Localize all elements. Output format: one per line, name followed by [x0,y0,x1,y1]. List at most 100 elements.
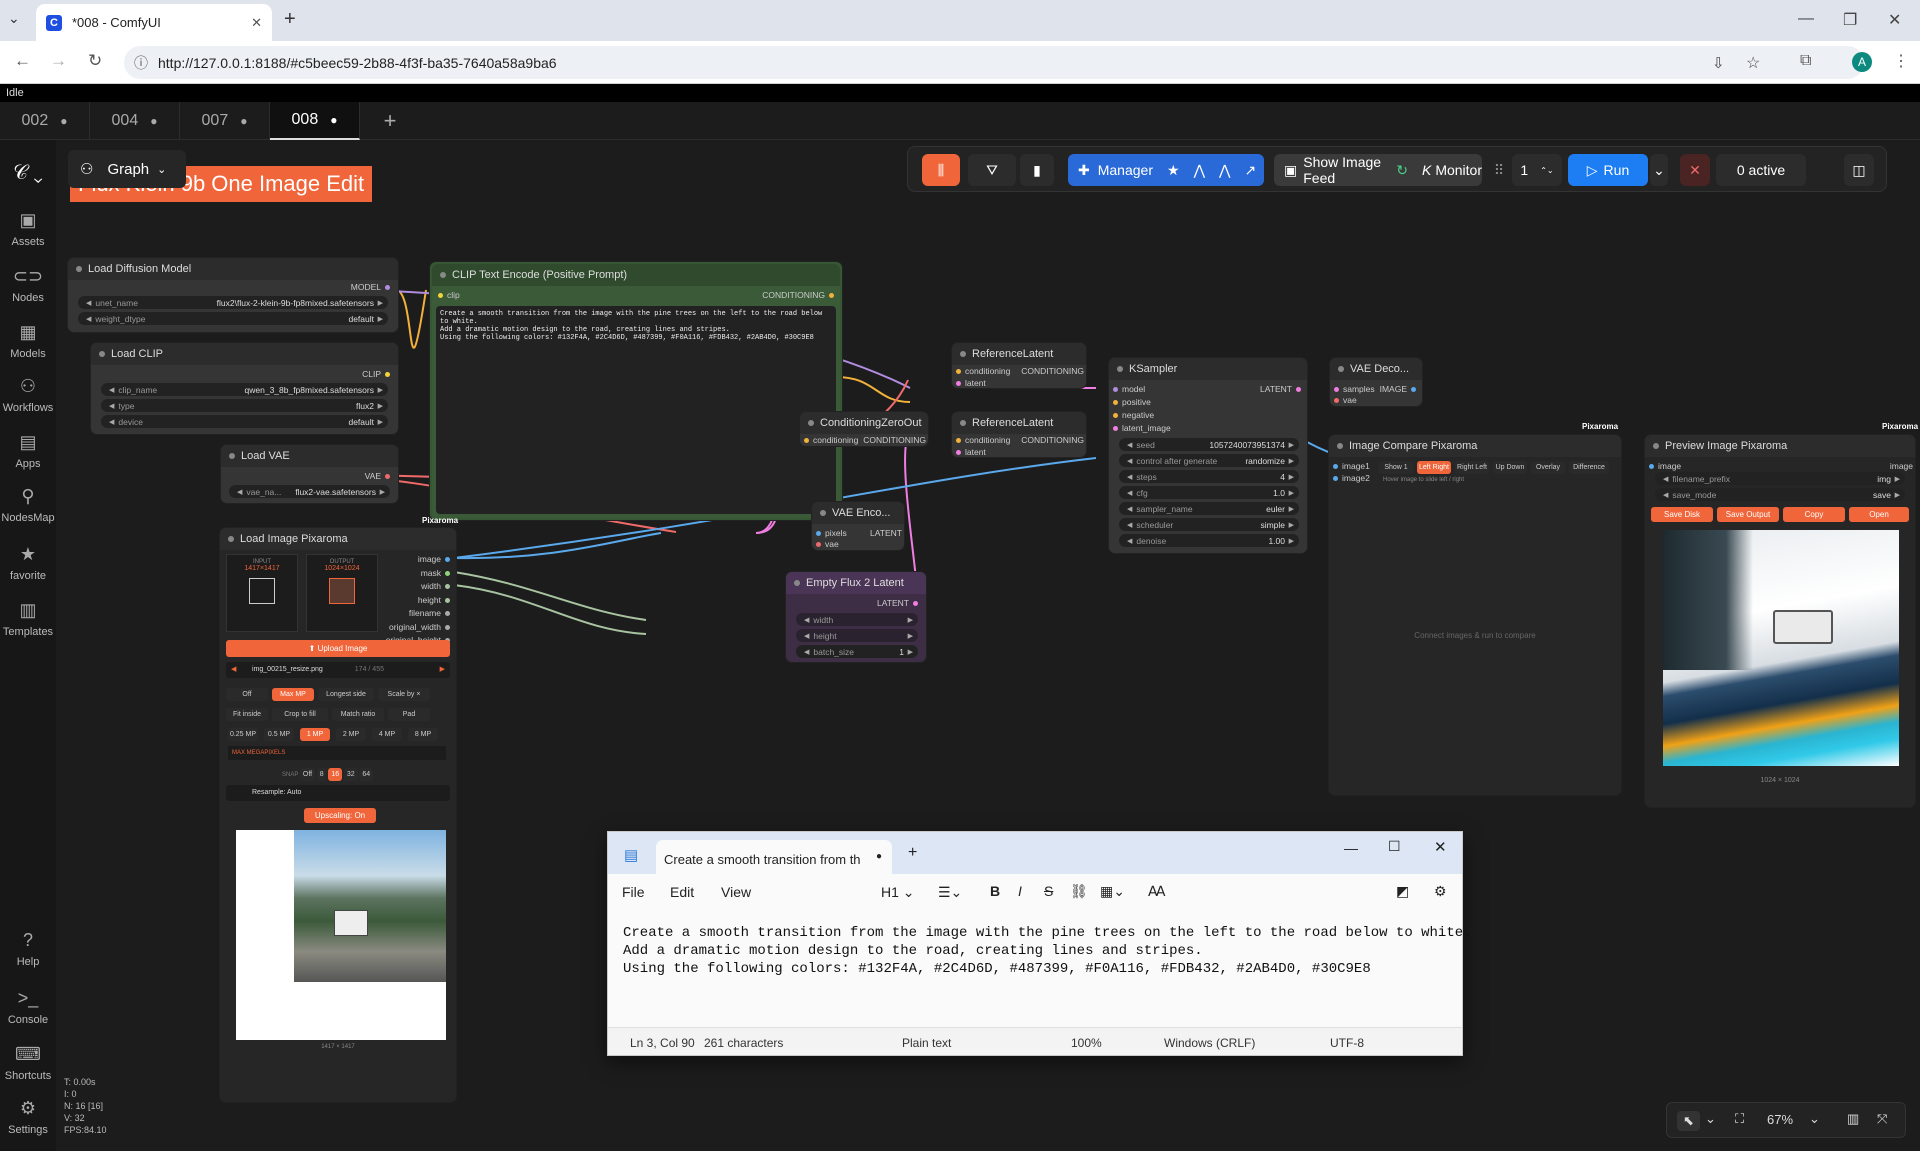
latent-output-slot[interactable]: LATENT [870,528,902,538]
workflow-tab-008[interactable]: 008 ● [270,102,360,140]
load-clip-node[interactable]: Load CLIP CLIP clip_name qwen_3_8b_fp8mix… [91,343,398,434]
sidebar-item-nodes[interactable]: ⊂⊃ Nodes [0,266,56,304]
snap-64[interactable]: 64 [359,768,374,781]
snap-off[interactable]: Off [299,768,316,781]
latent-input-slot[interactable]: latent [952,378,986,388]
bookmark-star-icon[interactable]: ☆ [1746,53,1760,73]
zoom-indicator[interactable]: 100% [1071,1036,1102,1050]
url-input[interactable]: ⓘ http://127.0.0.1:8188/#c5beec59-2b88-4… [124,46,1864,79]
bookmark-button[interactable]: ▮ [1020,154,1054,186]
open-button[interactable]: Open [1849,507,1909,522]
file-select[interactable]: img_00215_resize.png 174 / 455 ◀ ▶ [226,662,450,678]
pixels-input-slot[interactable]: pixels [812,528,847,538]
menu-file[interactable]: File [622,884,645,900]
save-disk-button[interactable]: Save Disk [1651,507,1713,522]
clip-name-widget[interactable]: clip_name qwen_3_8b_fp8mixed.safetensors [101,383,388,396]
restore-icon[interactable]: ❐ [1843,10,1857,30]
next-file-icon[interactable]: ▶ [440,665,445,673]
upload-image-button[interactable]: ⬆ Upload Image [226,640,450,657]
line-ending-indicator[interactable]: Windows (CRLF) [1164,1036,1255,1050]
model-input-slot[interactable]: model [1109,384,1145,394]
mode-scale-by[interactable]: Scale by × [378,688,430,701]
sidebar-item-assets[interactable]: ▣ Assets [0,210,56,248]
workflow-tab-004[interactable]: 004 ● [90,102,180,140]
loaded-image-preview[interactable] [236,830,446,1040]
settings-gear-icon[interactable]: ⚙ [1434,883,1447,900]
height-output-slot[interactable]: height [386,594,454,608]
image-output-slot[interactable]: image [1890,461,1913,471]
steps-widget[interactable]: steps 4 [1119,470,1299,483]
compare-mode-show1[interactable]: Show 1 [1379,461,1413,474]
add-workflow-icon[interactable]: + [360,102,420,140]
conditioning-input-slot[interactable]: conditioning [952,366,1010,376]
site-info-icon[interactable]: ⓘ [134,53,148,73]
vae-input-slot[interactable]: vae [812,539,839,549]
prev-file-icon[interactable]: ◀ [231,665,236,673]
load-diffusion-model-node[interactable]: Load Diffusion Model MODEL unet_name flux… [68,258,398,332]
mp-8[interactable]: 8 MP [408,728,438,741]
pad-mode[interactable]: Pad [388,708,430,721]
preview-image-node[interactable]: Preview Image Pixaroma image image filen… [1645,435,1915,807]
zoom-chevron-icon[interactable]: ⌄ [1809,1111,1820,1127]
save-output-button[interactable]: Save Output [1717,507,1779,522]
menu-edit[interactable]: Edit [670,884,694,900]
height-widget[interactable]: height [796,629,918,642]
denoise-widget[interactable]: denoise 1.00 [1119,534,1299,547]
queue-count-input[interactable]: 1 ⌃⌄ [1512,154,1562,186]
clip-type-widget[interactable]: type flux2 [101,399,388,412]
cfg-widget[interactable]: cfg 1.0 [1119,486,1299,499]
cancel-run-button[interactable]: ✕ [1680,154,1710,186]
filename-prefix-widget[interactable]: filename_prefix img [1655,472,1905,485]
notepad-tab[interactable]: Create a smooth transition from th ● [656,840,892,874]
image-compare-node[interactable]: Image Compare Pixaroma image1 image2 Sho… [1329,435,1621,795]
extensions-icon[interactable]: ⧉ [1800,52,1811,70]
mode-max-mp[interactable]: Max MP [272,688,314,701]
reference-latent-node-1[interactable]: ReferenceLatent conditioning latent COND… [952,343,1086,388]
model-output-slot[interactable]: MODEL [351,282,394,292]
run-button[interactable]: ▷ Run [1568,154,1648,186]
unet-name-widget[interactable]: unet_name flux2\flux-2-klein-9b-fp8mixed.… [78,296,388,309]
image2-input-slot[interactable]: image2 [1329,473,1370,483]
conditioning-zero-out-node[interactable]: ConditioningZeroOut conditioning CONDITI… [800,412,928,446]
load-image-node[interactable]: Load Image Pixaroma image mask width hei… [220,528,456,1102]
conditioning-output-slot[interactable]: CONDITIONING [762,290,838,300]
mp-4[interactable]: 4 MP [372,728,402,741]
reload-icon[interactable]: ↻ [88,51,102,71]
snap-8[interactable]: 8 [316,768,327,781]
minimize-icon[interactable]: — [1798,10,1814,28]
sidebar-item-nodesmap[interactable]: ⚲ NodesMap [0,486,56,524]
close-window-icon[interactable]: ✕ [1434,838,1447,856]
manager-button[interactable]: ✚ Manager ★ ⋀ ⋀ ↗ [1068,154,1264,186]
maximize-icon[interactable]: ☐ [1388,838,1401,855]
compare-mode-left-right[interactable]: Left Right [1417,461,1451,474]
image-output-slot[interactable]: IMAGE [1380,384,1420,394]
vae-input-slot[interactable]: vae [1330,395,1357,405]
ksampler-node[interactable]: KSampler model positive negative latent_… [1109,358,1307,553]
mode-off[interactable]: Off [226,688,268,701]
compare-mode-right-left[interactable]: Right Left [1455,461,1489,474]
comfy-logo-icon[interactable]: 𝒞 ⌄ [0,162,56,185]
vae-decode-node[interactable]: VAE Deco... samples vae IMAGE [1330,358,1422,406]
toggle-panel-icon[interactable]: ◫ [1844,154,1874,186]
workflow-tab-007[interactable]: 007 ● [180,102,270,140]
clip-input-slot[interactable]: clip [434,290,460,300]
back-icon[interactable]: ← [14,51,31,71]
select-tool-icon[interactable]: ⬉ [1677,1111,1700,1131]
list-icon[interactable]: ☰⌄ [938,884,962,901]
weight-dtype-widget[interactable]: weight_dtype default [78,312,388,325]
browser-tab[interactable]: C *008 - ComfyUI ✕ [36,4,272,41]
latent-output-slot[interactable]: LATENT [877,598,922,608]
queue-active-button[interactable]: 0 active [1716,154,1806,186]
sidebar-item-shortcuts[interactable]: ⌨ Shortcuts [0,1044,56,1082]
browser-menu-icon[interactable]: ⋮ [1893,51,1909,71]
notepad-window[interactable]: ▤ Create a smooth transition from th ● + … [607,831,1472,1056]
compare-mode-difference[interactable]: Difference [1569,461,1609,474]
seed-widget[interactable]: seed 1057240073951374 [1119,438,1299,451]
conditioning-input-slot[interactable]: conditioning [952,435,1010,445]
graph-breadcrumb[interactable]: ⚇ Graph ⌄ [68,150,186,188]
sidebar-item-favorite[interactable]: ★ favorite [0,544,56,582]
mask-output-slot[interactable]: mask [386,567,454,581]
new-tab-icon[interactable]: + [284,8,296,31]
resample-select[interactable]: Resample: Auto [226,785,450,801]
sidebar-item-apps[interactable]: ▤ Apps [0,432,56,470]
